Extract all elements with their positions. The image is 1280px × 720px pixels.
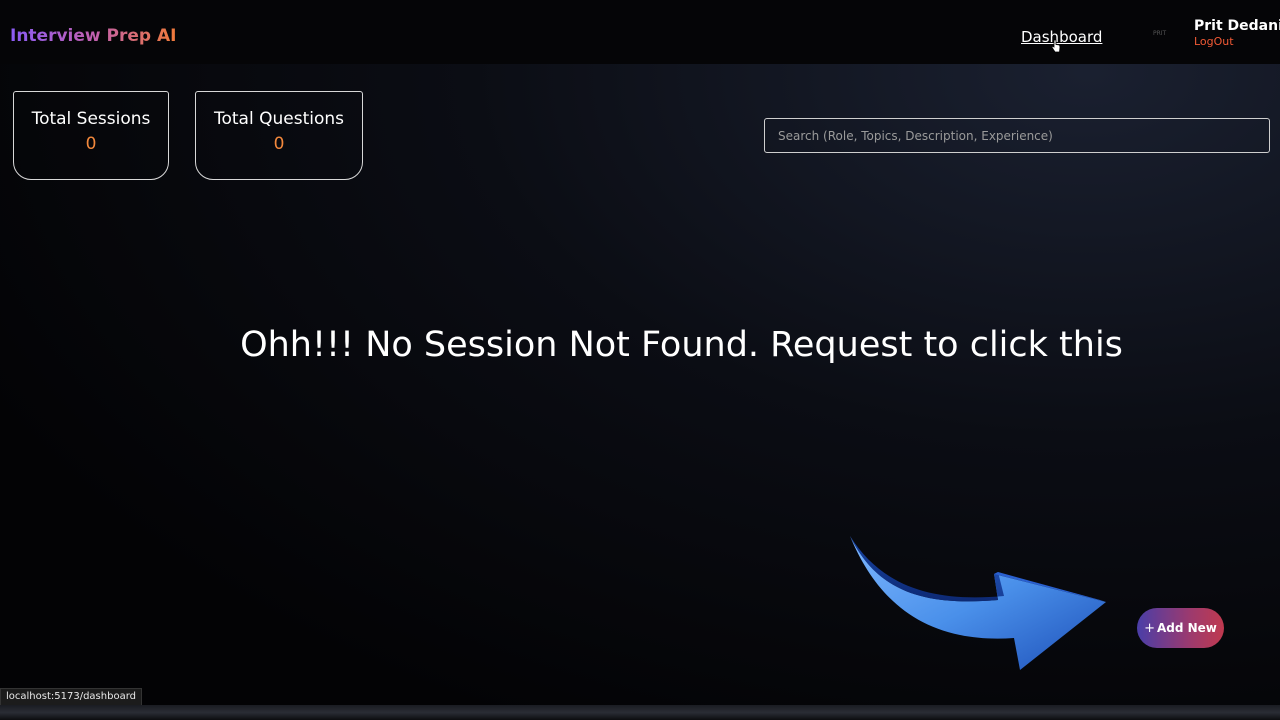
logout-link[interactable]: LogOut [1194,35,1234,48]
stat-label: Total Sessions [31,109,151,129]
avatar[interactable]: PRIT [1153,30,1179,44]
total-questions-card: Total Questions 0 [195,91,363,180]
plus-icon: + [1144,620,1155,636]
stat-label: Total Questions [214,109,344,129]
curved-arrow-icon [850,536,1106,670]
nav-link-dashboard[interactable]: Dashboard [1021,28,1102,46]
hand-cursor-icon [1051,39,1061,53]
add-new-button[interactable]: + Add New [1137,608,1224,648]
bottom-bar [0,705,1280,720]
empty-state-message: Ohh!!! No Session Not Found. Request to … [240,325,1123,365]
brand-logo[interactable]: Interview Prep AI [10,26,176,46]
add-new-label: Add New [1156,621,1217,635]
total-sessions-card: Total Sessions 0 [13,91,169,180]
status-bar-url: localhost:5173/dashboard [0,688,142,706]
top-navbar: Interview Prep AI Dashboard PRIT Prit De… [0,0,1280,64]
search-input[interactable] [764,118,1270,153]
stat-value: 0 [85,134,97,154]
user-name: Prit Dedaniya [1194,18,1280,34]
stat-value: 0 [273,134,285,154]
